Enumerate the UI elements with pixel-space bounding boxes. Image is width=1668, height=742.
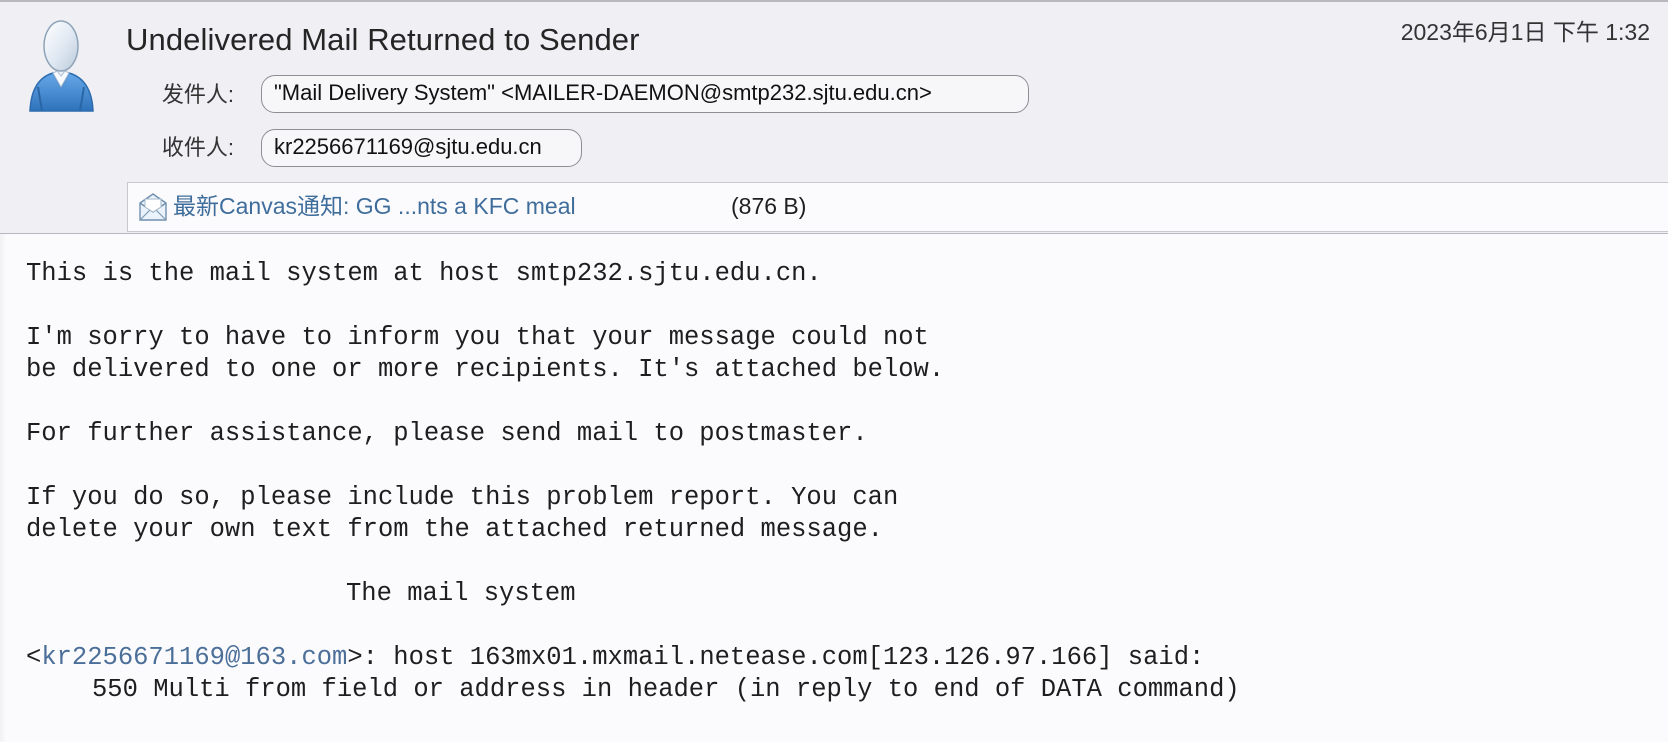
attachment-bar[interactable]: 最新Canvas通知: GG ...nts a KFC meal (876 B) [127, 182, 1668, 232]
body-line: For further assistance, please send mail… [26, 419, 868, 448]
body-blank-line [26, 450, 1636, 482]
message-subject: Undelivered Mail Returned to Sender [126, 22, 640, 57]
attachment-size: (876 B) [731, 193, 807, 219]
body-blank-line [26, 386, 1636, 418]
smtp-error-line: 550 Multi from field or address in heade… [92, 675, 1240, 704]
body-line: This is the mail system at host smtp232.… [26, 259, 822, 288]
message-body: This is the mail system at host smtp232.… [26, 258, 1636, 706]
attachment-link[interactable]: 最新Canvas通知: GG ...nts a KFC meal [173, 191, 576, 221]
body-line: I'm sorry to have to inform you that you… [26, 323, 929, 352]
body-line: delete your own text from the attached r… [26, 515, 883, 544]
body-blank-line [26, 290, 1636, 322]
delivery-failure-line: <kr2256671169@163.com>: host 163mx01.mxm… [26, 642, 1636, 674]
recipient-prefix: < [26, 643, 42, 672]
mail-message-window: Undelivered Mail Returned to Sender 2023… [0, 0, 1668, 742]
body-blank-line [26, 546, 1636, 578]
envelope-icon[interactable] [137, 191, 169, 223]
recipient-server-response: >: host 163mx01.mxmail.netease.com[123.1… [347, 643, 1205, 672]
message-header: Undelivered Mail Returned to Sender 2023… [0, 0, 1668, 234]
person-avatar-icon [29, 20, 94, 112]
to-label: 收件人: [161, 135, 234, 160]
recipient-email-link[interactable]: kr2256671169@163.com [41, 643, 347, 672]
body-blank-line [26, 610, 1636, 642]
body-line: be delivered to one or more recipients. … [26, 355, 945, 384]
mail-system-signature: The mail system [346, 579, 576, 608]
body-line: If you do so, please include this proble… [26, 483, 899, 512]
recipient-address-button[interactable]: kr2256671169@sjtu.edu.cn [261, 129, 582, 167]
message-date: 2023年6月1日 下午 1:32 [1400, 19, 1650, 45]
sender-address-button[interactable]: "Mail Delivery System" <MAILER-DAEMON@sm… [261, 75, 1029, 113]
from-label: 发件人: [161, 82, 234, 107]
